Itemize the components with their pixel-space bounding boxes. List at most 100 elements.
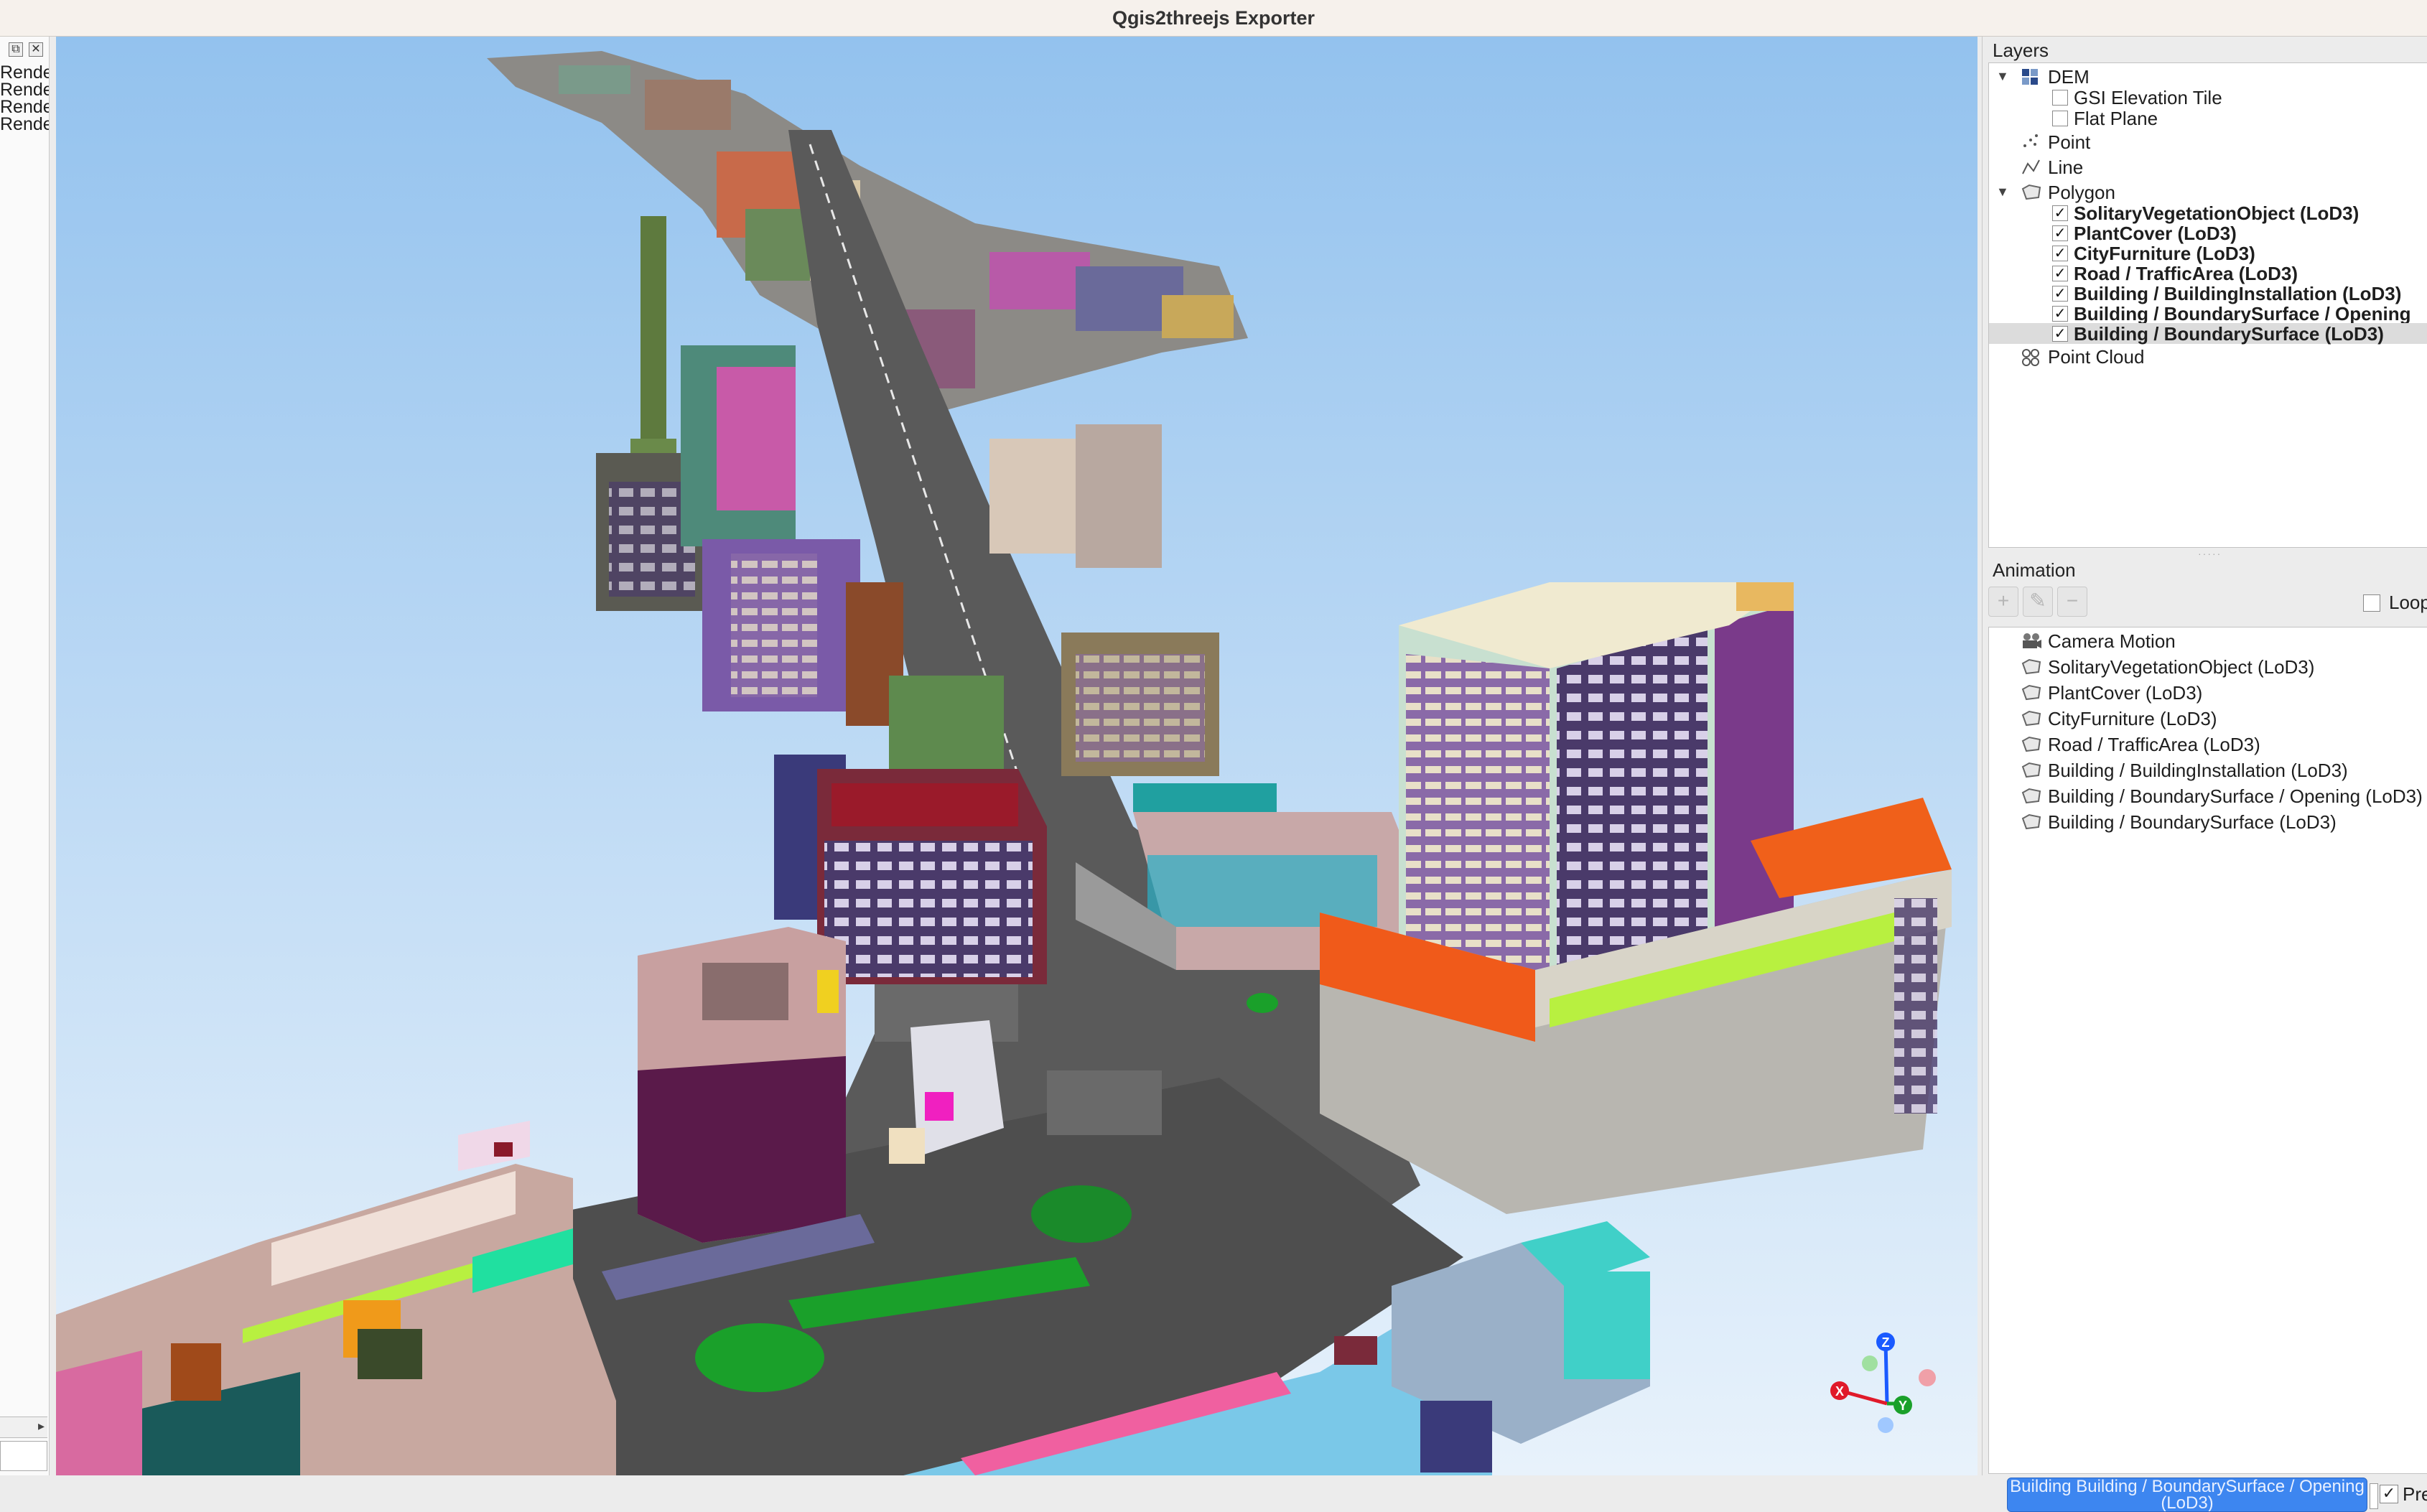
anim-label: Building / BoundarySurface / Opening (Lo…: [2048, 785, 2423, 807]
polygon-layer-icon: [2021, 683, 2042, 702]
layer-label: Building / BuildingInstallation (LoD3): [2074, 283, 2402, 304]
layer-item-gsi-elevation-tile[interactable]: GSI Elevation Tile: [1989, 87, 2427, 108]
anim-label: SolitaryVegetationObject (LoD3): [2048, 656, 2315, 678]
layer-label: Building / BoundarySurface (LoD3): [2074, 323, 2384, 345]
anim-item-road-traffic-area[interactable]: Road / TrafficArea (LoD3): [1989, 734, 2427, 755]
camera-icon: [2021, 632, 2042, 650]
log-line: Rende: [0, 80, 49, 100]
layer-label: PlantCover (LoD3): [2074, 223, 2237, 244]
layer-label: Point Cloud: [2048, 346, 2145, 368]
point-cloud-icon: [2021, 347, 2042, 366]
anim-item-plant-cover[interactable]: PlantCover (LoD3): [1989, 682, 2427, 704]
log-line: Rende: [0, 114, 49, 134]
layer-label: SolitaryVegetationObject (LoD3): [2074, 202, 2360, 224]
layer-label: Line: [2048, 157, 2084, 178]
layer-label: Flat Plane: [2074, 108, 2158, 129]
small-tree: [1247, 993, 1278, 1013]
layer-item-line[interactable]: Line: [1989, 157, 2427, 178]
polygon-layer-icon: [2021, 709, 2042, 728]
layer-item-polygon[interactable]: ▼ Polygon: [1989, 182, 2427, 203]
loop-checkbox[interactable]: [2363, 594, 2380, 612]
expand-arrow-icon[interactable]: ▼: [1996, 69, 2011, 84]
layer-checkbox[interactable]: [2052, 90, 2068, 106]
polygon-layer-icon: [2021, 735, 2042, 754]
3d-viewport[interactable]: Z X Y: [56, 37, 1978, 1475]
layer-item-flat-plane[interactable]: Flat Plane: [1989, 108, 2427, 129]
layer-checkbox[interactable]: ✓: [2052, 246, 2068, 261]
anim-label: Road / TrafficArea (LoD3): [2048, 734, 2260, 755]
axis-z-label: Z: [1882, 1335, 1890, 1350]
log-horizontal-scrollbar[interactable]: ▸: [0, 1417, 47, 1438]
layer-label: Road / TrafficArea (LoD3): [2074, 263, 2298, 284]
layer-checkbox[interactable]: [2052, 111, 2068, 126]
anim-label: Camera Motion: [2048, 630, 2176, 652]
right-panel: Layers ▼ DEM GSI Elevation Tile Flat Pla…: [1982, 37, 2427, 1475]
layer-item-road-traffic-area[interactable]: ✓ Road / TrafficArea (LoD3): [1989, 263, 2427, 284]
animation-title: Animation: [1993, 559, 2076, 581]
panel-splitter[interactable]: ·····: [2198, 548, 2222, 559]
layer-checkbox[interactable]: ✓: [2052, 266, 2068, 281]
float-icon[interactable]: ⧉: [9, 42, 23, 57]
layer-checkbox[interactable]: ✓: [2052, 326, 2068, 342]
window-title: Qgis2threejs Exporter: [1112, 6, 1315, 29]
layer-label: Polygon: [2048, 182, 2115, 203]
polygon-layer-icon: [2021, 787, 2042, 806]
layer-item-plant-cover[interactable]: ✓ PlantCover (LoD3): [1989, 223, 2427, 244]
loop-label: Loop: [2389, 592, 2427, 613]
axis-x-label: X: [1835, 1384, 1844, 1399]
scroll-right-icon[interactable]: ▸: [38, 1419, 45, 1434]
layers-title: Layers: [1993, 39, 2049, 61]
progress-bar-end: [2370, 1483, 2378, 1509]
layer-item-boundary-surface[interactable]: ✓ Building / BoundarySurface (LoD3): [1989, 323, 2427, 345]
progress-status-button[interactable]: Building Building / BoundarySurface / Op…: [2007, 1478, 2367, 1512]
polygon-layer-icon: [2021, 658, 2042, 676]
layer-label: Building / BoundarySurface / Opening: [2074, 303, 2411, 325]
render-log: Rende Rende Rende Rende: [0, 64, 49, 133]
polygon-layer-icon: [2021, 761, 2042, 780]
anim-label: CityFurniture (LoD3): [2048, 708, 2217, 729]
window-titlebar: Qgis2threejs Exporter: [0, 0, 2427, 37]
add-keyframe-icon[interactable]: +: [1988, 587, 2018, 617]
layer-label: CityFurniture (LoD3): [2074, 243, 2255, 264]
point-layer-icon: [2021, 133, 2042, 151]
close-icon[interactable]: ✕: [29, 42, 43, 57]
layer-item-city-furniture[interactable]: ✓ CityFurniture (LoD3): [1989, 243, 2427, 264]
layer-item-boundary-surface-opening[interactable]: ✓ Building / BoundarySurface / Opening: [1989, 303, 2427, 325]
anim-item-camera-motion[interactable]: Camera Motion: [1989, 630, 2427, 652]
animation-tree[interactable]: Camera Motion SolitaryVegetationObject (…: [1988, 627, 2427, 1474]
log-line: Rende: [0, 64, 49, 83]
layers-tree[interactable]: ▼ DEM GSI Elevation Tile Flat Plane Poin…: [1988, 62, 2427, 548]
layer-checkbox[interactable]: ✓: [2052, 225, 2068, 241]
edit-keyframe-icon[interactable]: ✎: [2023, 587, 2053, 617]
remove-keyframe-icon[interactable]: −: [2057, 587, 2087, 617]
anim-item-building-installation[interactable]: Building / BuildingInstallation (LoD3): [1989, 760, 2427, 781]
layer-item-point-cloud[interactable]: Point Cloud: [1989, 346, 2427, 368]
layer-item-solitary-vegetation[interactable]: ✓ SolitaryVegetationObject (LoD3): [1989, 202, 2427, 224]
layer-checkbox[interactable]: ✓: [2052, 306, 2068, 322]
line-layer-icon: [2021, 158, 2042, 177]
layer-checkbox[interactable]: ✓: [2052, 205, 2068, 221]
layer-label: DEM: [2048, 66, 2090, 88]
anim-item-boundary-surface-opening[interactable]: Building / BoundarySurface / Opening (Lo…: [1989, 785, 2427, 807]
anim-item-boundary-surface[interactable]: Building / BoundarySurface (LoD3): [1989, 811, 2427, 833]
layer-item-dem[interactable]: ▼ DEM: [1989, 66, 2427, 88]
console-input[interactable]: [0, 1441, 47, 1471]
city-scene[interactable]: Z X Y: [56, 37, 1978, 1475]
anim-label: Building / BoundarySurface (LoD3): [2048, 811, 2337, 833]
layer-item-building-installation[interactable]: ✓ Building / BuildingInstallation (LoD3): [1989, 283, 2427, 304]
anim-item-solitary-vegetation[interactable]: SolitaryVegetationObject (LoD3): [1989, 656, 2427, 678]
polygon-layer-icon: [2021, 813, 2042, 831]
log-line: Rende: [0, 97, 49, 117]
expand-arrow-icon[interactable]: ▼: [1996, 185, 2011, 200]
polygon-layer-icon: [2021, 183, 2042, 202]
layer-label: GSI Elevation Tile: [2074, 87, 2222, 108]
preview-checkbox[interactable]: ✓: [2380, 1485, 2398, 1503]
layer-item-point[interactable]: Point: [1989, 131, 2427, 153]
layer-checkbox[interactable]: ✓: [2052, 286, 2068, 302]
preview-label: Pre: [2403, 1483, 2427, 1505]
dem-raster-icon: [2021, 67, 2042, 86]
anim-label: PlantCover (LoD3): [2048, 682, 2203, 704]
tree-canopy: [1031, 1185, 1132, 1243]
anim-item-city-furniture[interactable]: CityFurniture (LoD3): [1989, 708, 2427, 729]
anim-label: Building / BuildingInstallation (LoD3): [2048, 760, 2348, 781]
